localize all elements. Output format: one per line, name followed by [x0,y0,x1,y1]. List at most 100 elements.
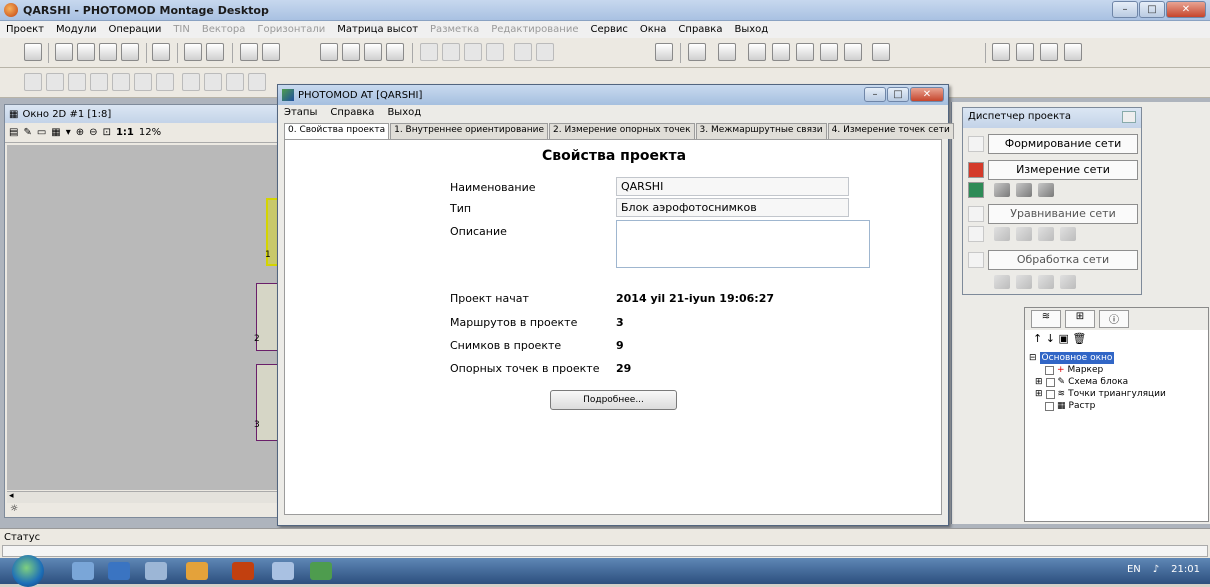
app-icon[interactable] [186,562,208,580]
open-project-icon[interactable] [24,43,42,61]
layers-tab[interactable]: ≋ [1031,310,1061,328]
explorer-icon[interactable] [72,562,94,580]
frame-icon[interactable]: ▭ [37,127,46,138]
menu-tin[interactable]: TIN [173,24,190,35]
expand-down-icon[interactable] [968,226,984,242]
description-field[interactable] [616,220,870,268]
info-tab[interactable]: ⓘ [1099,310,1129,328]
objects-tab[interactable]: ⊞ [1065,310,1095,328]
image-view[interactable]: 1 2 3 [7,145,288,490]
layer-checkbox[interactable] [1045,401,1054,411]
dialog-menu-exit[interactable]: Выход [387,107,421,118]
menu-windows[interactable]: Окна [640,24,667,35]
expand-down-icon[interactable] [968,182,984,198]
tool-icon[interactable] [748,43,766,61]
layer-raster[interactable]: Растр [1069,400,1096,412]
tool-icon[interactable] [206,43,224,61]
tool-icon[interactable] [184,43,202,61]
start-button[interactable] [12,555,44,587]
tab-network-points[interactable]: 4. Измерение точек сети [827,123,954,139]
tool-icon[interactable] [844,43,862,61]
tool-icon[interactable] [486,43,504,61]
tool-icon[interactable] [688,43,706,61]
photomod-taskbar-icon[interactable] [232,562,254,580]
dialog-close-button[interactable]: ✕ [910,87,944,102]
clock[interactable]: 21:01 [1171,564,1200,575]
tool-icon[interactable] [820,43,838,61]
tool-icon[interactable] [134,73,152,91]
tool-icon[interactable] [1038,275,1054,289]
expand-down-icon[interactable] [968,136,984,152]
dialog-menu-stages[interactable]: Этапы [284,107,317,118]
menu-help[interactable]: Справка [678,24,722,35]
tool-icon[interactable] [1016,275,1032,289]
tool-icon[interactable] [1064,43,1082,61]
menu-modules[interactable]: Модули [56,24,96,35]
details-button[interactable]: Подробнее... [550,390,677,410]
layer-block-scheme[interactable]: Схема блока [1068,376,1128,388]
tab-tie-points[interactable]: 3. Межмаршрутные связи [695,123,827,139]
menu-edit[interactable]: Редактирование [491,24,578,35]
zoom-1-1-button[interactable]: 1:1 [116,127,134,138]
menu-service[interactable]: Сервис [590,24,627,35]
tool-icon[interactable] [464,43,482,61]
tool-icon[interactable] [68,73,86,91]
process-network-button[interactable]: Обработка сети [988,250,1138,270]
tool-icon[interactable] [55,43,73,61]
tool-icon[interactable] [90,73,108,91]
layer-triangulation-points[interactable]: Точки триангуляции [1068,388,1166,400]
tool-icon[interactable] [994,183,1010,197]
tool-icon[interactable] [46,73,64,91]
image-strip-3[interactable]: 3 [254,364,278,441]
tool-icon[interactable] [112,73,130,91]
move-up-icon[interactable]: ↑ [1033,332,1042,345]
tool-icon[interactable] [240,43,258,61]
adjust-network-button[interactable]: Уравнивание сети [988,204,1138,224]
tool-icon[interactable] [204,73,222,91]
camera-icon[interactable] [655,43,673,61]
app-icon[interactable] [145,562,167,580]
measure-network-button[interactable]: Измерение сети [988,160,1138,180]
collapse-up-icon[interactable] [968,162,984,178]
tool-icon[interactable] [226,73,244,91]
marker-icon[interactable]: ✎ [23,127,31,138]
tool-icon[interactable] [772,43,790,61]
tool-icon[interactable] [514,43,532,61]
tool-icon[interactable] [182,73,200,91]
dialog-minimize-button[interactable]: – [864,87,886,102]
delete-icon[interactable]: 🗑 [1072,332,1086,345]
tool-icon[interactable] [342,43,360,61]
tool-icon[interactable] [994,275,1010,289]
tool-icon[interactable] [1016,43,1034,61]
app-icon[interactable] [272,562,294,580]
window-2d-icon[interactable] [99,43,117,61]
maximize-button[interactable]: □ [1139,1,1165,18]
tool-icon[interactable] [994,227,1010,241]
tool-icon[interactable] [156,73,174,91]
tab-interior-orientation[interactable]: 1. Внутреннее ориентирование [390,123,549,139]
layer-checkbox[interactable] [1045,389,1055,399]
tool-icon[interactable] [1060,275,1076,289]
move-down-icon[interactable]: ↓ [1046,332,1055,345]
save-icon[interactable] [108,562,130,580]
zoom-out-icon[interactable]: ⊖ [89,127,97,138]
tool-icon[interactable] [1016,183,1032,197]
layer-checkbox[interactable] [1045,377,1055,387]
tool-icon[interactable] [320,43,338,61]
tab-project-properties[interactable]: 0. Свойства проекта [284,123,390,140]
build-network-button[interactable]: Формирование сети [988,134,1138,154]
menu-markup[interactable]: Разметка [430,24,479,35]
layer-marker[interactable]: Маркер [1068,364,1104,376]
tool-icon[interactable] [442,43,460,61]
menu-operations[interactable]: Операции [108,24,161,35]
tool-icon[interactable] [718,43,736,61]
zoom-in-icon[interactable]: ⊕ [76,127,84,138]
menu-exit[interactable]: Выход [734,24,768,35]
tool-icon[interactable] [364,43,382,61]
layer-checkbox[interactable] [1045,365,1054,375]
tool-icon[interactable] [386,43,404,61]
menu-project[interactable]: Проект [6,24,44,35]
tree-root[interactable]: Основное окно [1039,352,1115,364]
properties-icon[interactable]: ▣ [1058,332,1068,345]
tool-icon[interactable] [1038,183,1054,197]
